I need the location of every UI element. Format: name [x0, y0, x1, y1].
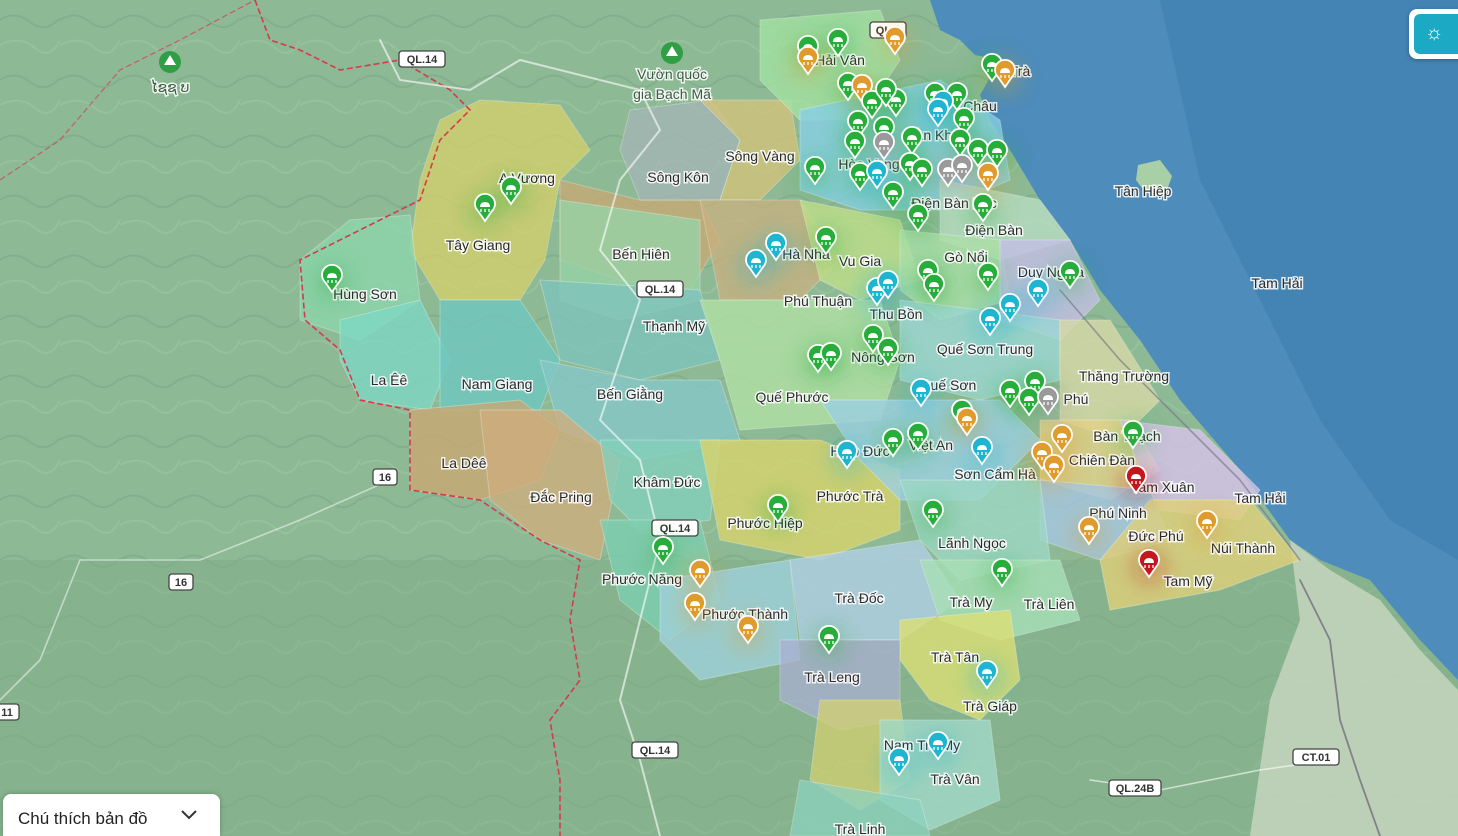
place-label: Trà Liên	[1024, 596, 1075, 612]
sun-icon: ☼	[1425, 22, 1444, 44]
road-shield: QL.14	[631, 741, 679, 759]
place-label: Trà Linh	[835, 821, 886, 836]
place-label: Nam Giang	[462, 376, 533, 392]
place-label: Tây Giang	[446, 237, 511, 253]
place-label: Điện Bàn	[965, 222, 1023, 238]
chevron-down-icon	[181, 810, 197, 820]
place-label: Thăng Trường	[1079, 368, 1169, 384]
svg-text:QL.14: QL.14	[645, 284, 676, 296]
svg-text:QL.24B: QL.24B	[1116, 783, 1155, 795]
place-label: Thạnh Mỹ	[643, 318, 705, 334]
place-label: Bến Hiên	[612, 246, 670, 262]
road-shield: 16	[168, 573, 194, 591]
place-label: Bến Giằng	[597, 386, 663, 402]
svg-text:QL.14: QL.14	[407, 54, 438, 66]
place-label: Trà My	[949, 594, 992, 610]
road-shield: QL.24B	[1108, 779, 1162, 797]
place-label: Đắc Pring	[530, 489, 591, 505]
map-legend-toggle[interactable]: Chú thích bản đồ	[3, 794, 220, 836]
map-canvas[interactable]: Vườn quốc gia Bạch Mã ໄຊຊ ບ QL.14 QL.14 …	[0, 0, 1458, 836]
place-label: Tam Mỹ	[1164, 573, 1213, 589]
place-label: Trà Tân	[931, 649, 979, 665]
place-label: La Dêê	[441, 455, 486, 471]
svg-text:16: 16	[175, 577, 187, 589]
lao-label: ໄຊຊ ບ	[151, 79, 190, 96]
place-label: Phú	[1064, 391, 1089, 407]
theme-toggle-button[interactable]: ☼	[1409, 9, 1458, 59]
road-shield: QL.14	[651, 519, 699, 537]
svg-text:QL.14: QL.14	[660, 523, 691, 535]
place-label: Trà Leng	[804, 669, 860, 685]
road-shield: 11	[0, 703, 20, 721]
place-label: Tân Hiệp	[1115, 183, 1172, 199]
park-label-line2: gia Bạch Mã	[633, 86, 711, 102]
place-label: Núi Thành	[1211, 540, 1275, 556]
place-label: Phước Năng	[602, 571, 682, 587]
place-label: Sông Vàng	[725, 148, 794, 164]
place-label: Sơn Cẩm Hà	[954, 466, 1036, 482]
place-label: Tam Hải	[1234, 490, 1285, 506]
legend-label: Chú thích bản đồ	[18, 809, 148, 828]
place-label: Tam Hải	[1251, 275, 1302, 291]
place-label: Trà Giáp	[963, 698, 1017, 714]
place-label: Gò Nổi	[944, 249, 988, 265]
svg-text:16: 16	[379, 472, 391, 484]
place-label: Sông Kôn	[647, 169, 709, 185]
road-shield: 16	[372, 468, 398, 486]
place-label: Trà Vân	[930, 771, 979, 787]
place-label: Trà Đốc	[834, 590, 883, 606]
svg-text:11: 11	[1, 707, 13, 719]
place-label: Khâm Đức	[634, 474, 701, 490]
place-label: La Êê	[371, 372, 408, 388]
place-label: Phú Thuận	[784, 293, 852, 309]
place-label: Quế Sơn Trung	[937, 341, 1033, 357]
place-label: Quế Phước	[755, 389, 828, 405]
place-label: Đức Phú	[1128, 528, 1183, 544]
svg-text:CT.01: CT.01	[1302, 752, 1331, 764]
place-label: Phú Ninh	[1089, 505, 1147, 521]
place-label: Phước Trà	[817, 488, 884, 504]
place-label: Chiên Đàn	[1069, 452, 1135, 468]
place-label: Vu Gia	[839, 253, 881, 269]
road-shield: QL.14	[636, 280, 684, 298]
road-shield: QL.14	[398, 50, 446, 68]
park-label-line1: Vườn quốc	[637, 66, 707, 82]
svg-text:QL.14: QL.14	[640, 745, 671, 757]
road-shield: CT.01	[1292, 748, 1340, 766]
place-label: Lãnh Ngọc	[938, 535, 1006, 551]
theme-toggle-inner: ☼	[1414, 14, 1458, 54]
